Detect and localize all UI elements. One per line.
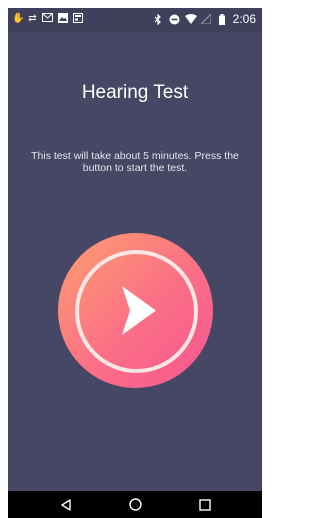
sync-icon: ⇄	[28, 13, 37, 24]
status-bar: ✋ ⇄ 2:06	[8, 8, 262, 32]
battery-icon	[217, 13, 228, 25]
system-icons: 2:06	[153, 12, 256, 26]
play-icon	[122, 286, 156, 335]
start-test-button[interactable]	[58, 233, 213, 388]
gmail-icon	[42, 13, 53, 24]
home-icon	[128, 498, 142, 511]
status-time: 2:06	[232, 12, 256, 26]
image-icon	[57, 13, 68, 24]
navigation-bar	[8, 491, 262, 518]
app-screen: ✋ ⇄ 2:06 Hearing Test This test will tak…	[8, 8, 262, 518]
recents-icon	[199, 498, 211, 511]
wifi-icon	[184, 13, 197, 25]
bluetooth-icon	[153, 13, 164, 25]
back-icon	[61, 498, 71, 511]
hand-icon: ✋	[12, 13, 25, 24]
back-button[interactable]	[46, 491, 86, 518]
news-icon	[72, 13, 83, 24]
recents-button[interactable]	[185, 491, 225, 518]
do-not-disturb-icon	[169, 14, 180, 25]
instruction-text: This test will take about 5 minutes. Pre…	[31, 150, 239, 174]
notification-icons: ✋ ⇄	[12, 13, 83, 24]
home-button[interactable]	[115, 491, 155, 518]
page-title: Hearing Test	[81, 82, 189, 103]
signal-icon	[199, 12, 212, 25]
